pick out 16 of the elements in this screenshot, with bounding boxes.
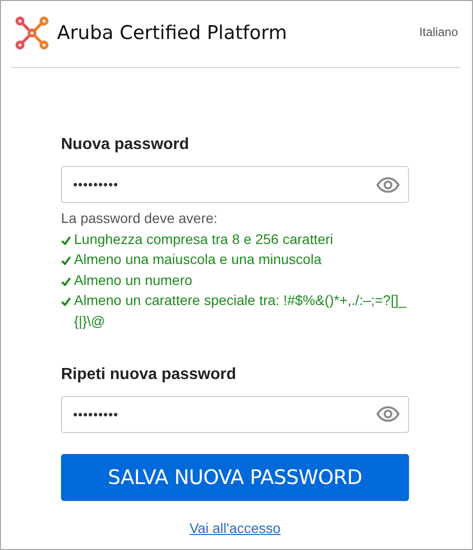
- password-field[interactable]: •••••••••: [61, 396, 409, 433]
- rule-text: Almeno un carattere speciale tra: !#$%&()*+,./:–;=?[]_{|}\@: [74, 291, 408, 331]
- rule-text: Lunghezza compresa tra 8 e 256 caratteri: [74, 230, 334, 249]
- eye-icon[interactable]: [376, 176, 400, 192]
- password-field[interactable]: •••••••••: [61, 166, 409, 203]
- login-link[interactable]: Vai all'accesso: [189, 520, 281, 536]
- field-label: Nuova password: [61, 136, 190, 154]
- eye-icon[interactable]: [376, 406, 400, 422]
- save-button[interactable]: SALVA NUOVA PASSWORD: [61, 454, 409, 501]
- brand-title: Aruba Certified Platform: [57, 22, 287, 44]
- field-label: Ripeti nuova password: [61, 366, 238, 384]
- rules-intro: La password deve avere:: [61, 209, 218, 228]
- language-selector[interactable]: Italiano: [419, 25, 458, 39]
- rule-text: Almeno una maiuscola e una minuscola: [74, 250, 322, 270]
- rule-text: Almeno un numero: [74, 270, 192, 290]
- logo-icon: [15, 16, 49, 50]
